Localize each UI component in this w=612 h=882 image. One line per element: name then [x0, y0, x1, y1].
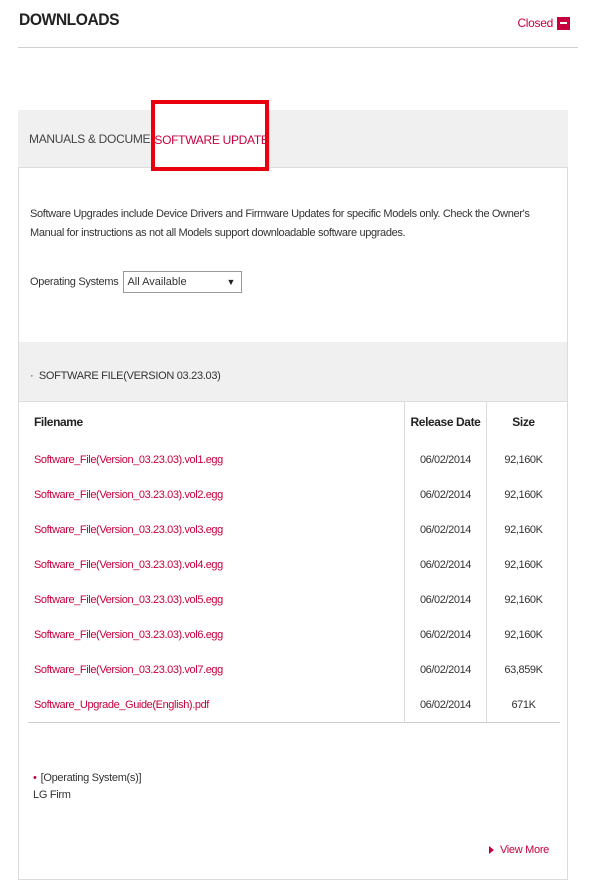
table-row: Software_Upgrade_Guide(English).pdf 06/02… [28, 687, 560, 722]
tab-bar: MANUALS & DOCUMENTS SOFTWARE UPDATE [18, 110, 568, 169]
tab-highlight-box [151, 100, 269, 171]
software-file-title-text: SOFTWARE FILE(VERSION 03.23.03) [38, 370, 221, 382]
minus-icon [557, 16, 570, 30]
file-download-link[interactable]: Software_File(Version_03.23.03).vol1.egg [34, 454, 223, 466]
header-size: Size [486, 402, 560, 442]
table-row: Software_File(Version_03.23.03).vol2.egg… [28, 477, 560, 512]
bullet-icon: • [33, 772, 37, 784]
file-download-link[interactable]: Software_File(Version_03.23.03).vol7.egg [34, 664, 223, 676]
os-info-value: LG Firm [33, 789, 71, 801]
cell-filename: Software_File(Version_03.23.03).vol6.egg [28, 617, 404, 652]
table-row: Software_File(Version_03.23.03).vol7.egg… [28, 652, 560, 687]
cell-size: 92,160K [486, 547, 560, 582]
file-download-link[interactable]: Software_File(Version_03.23.03).vol5.egg [34, 594, 223, 606]
os-info-heading: [Operating System(s)] [40, 772, 142, 784]
file-download-link[interactable]: Software_Upgrade_Guide(English).pdf [34, 699, 209, 711]
header-release-date: Release Date [404, 402, 486, 442]
cell-release-date: 06/02/2014 [404, 582, 486, 617]
cell-size: 92,160K [486, 477, 560, 512]
cell-release-date: 06/02/2014 [404, 687, 486, 722]
software-update-panel: Software Upgrades include Device Drivers… [18, 168, 568, 880]
downloads-header: DOWNLOADS Closed [18, 0, 578, 48]
cell-release-date: 06/02/2014 [404, 547, 486, 582]
cell-filename: Software_File(Version_03.23.03).vol2.egg [28, 477, 404, 512]
software-file-section: · SOFTWARE FILE(VERSION 03.23.03) [19, 342, 567, 402]
closed-toggle-button[interactable]: Closed [517, 16, 570, 30]
cell-filename: Software_File(Version_03.23.03).vol5.egg [28, 582, 404, 617]
table-row: Software_File(Version_03.23.03).vol4.egg… [28, 547, 560, 582]
view-more-label: View More [499, 844, 549, 856]
os-select-dropdown[interactable]: All Available ▼ [123, 271, 243, 293]
files-table: Filename Release Date Size Software_File… [28, 402, 560, 723]
cell-release-date: 06/02/2014 [404, 477, 486, 512]
file-download-link[interactable]: Software_File(Version_03.23.03).vol2.egg [34, 489, 223, 501]
cell-filename: Software_File(Version_03.23.03).vol1.egg [28, 442, 404, 477]
cell-release-date: 06/02/2014 [404, 442, 486, 477]
os-info: • [Operating System(s)] LG Firm [33, 770, 142, 804]
play-arrow-icon [488, 846, 494, 854]
cell-size: 92,160K [486, 442, 560, 477]
cell-filename: Software_File(Version_03.23.03).vol4.egg [28, 547, 404, 582]
cell-release-date: 06/02/2014 [404, 652, 486, 687]
table-row: Software_File(Version_03.23.03).vol3.egg… [28, 512, 560, 547]
software-file-title: · SOFTWARE FILE(VERSION 03.23.03) [30, 370, 221, 382]
cell-filename: Software_File(Version_03.23.03).vol7.egg [28, 652, 404, 687]
table-row: Software_File(Version_03.23.03).vol5.egg… [28, 582, 560, 617]
header-filename: Filename [34, 415, 83, 429]
cell-size: 63,859K [486, 652, 560, 687]
os-select-value: All Available [127, 276, 187, 288]
file-download-link[interactable]: Software_File(Version_03.23.03).vol3.egg [34, 524, 223, 536]
cell-release-date: 06/02/2014 [404, 617, 486, 652]
dropdown-arrow-icon: ▼ [226, 277, 236, 287]
table-row: Software_File(Version_03.23.03).vol1.egg… [28, 442, 560, 477]
cell-size: 92,160K [486, 617, 560, 652]
cell-size: 671K [486, 687, 560, 722]
file-download-link[interactable]: Software_File(Version_03.23.03).vol4.egg [34, 559, 223, 571]
file-download-link[interactable]: Software_File(Version_03.23.03).vol6.egg [34, 629, 223, 641]
cell-release-date: 06/02/2014 [404, 512, 486, 547]
cell-size: 92,160K [486, 512, 560, 547]
cell-filename: Software_File(Version_03.23.03).vol3.egg [28, 512, 404, 547]
page-title: DOWNLOADS [19, 10, 120, 29]
closed-label: Closed [517, 16, 553, 30]
cell-size: 92,160K [486, 582, 560, 617]
os-filter-row: Operating Systems All Available ▼ [30, 270, 243, 294]
table-header-row: Filename Release Date Size [28, 402, 560, 442]
os-filter-label: Operating Systems [30, 276, 119, 288]
view-more-link[interactable]: View More [488, 844, 549, 856]
table-row: Software_File(Version_03.23.03).vol6.egg… [28, 617, 560, 652]
cell-filename: Software_Upgrade_Guide(English).pdf [28, 687, 404, 722]
description-text: Software Upgrades include Device Drivers… [30, 208, 530, 239]
